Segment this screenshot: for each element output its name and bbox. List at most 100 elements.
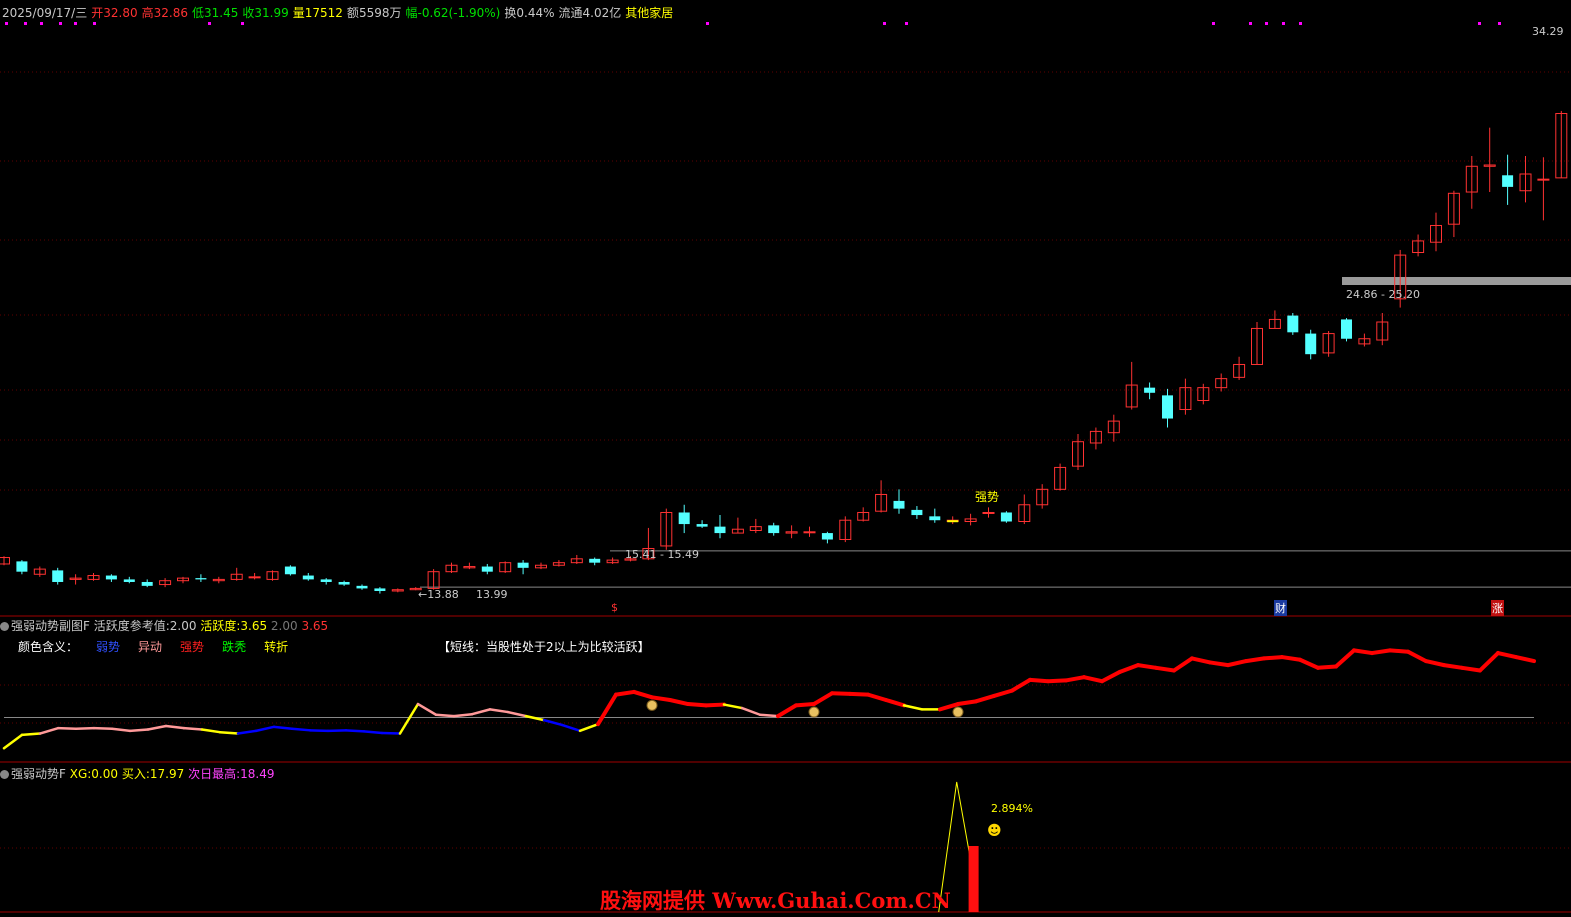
sub1-segment bbox=[614, 689, 636, 697]
sub1-segment bbox=[1028, 677, 1050, 684]
sub1-segment bbox=[560, 723, 582, 733]
sub1-segment bbox=[1460, 665, 1482, 673]
candle-body bbox=[1162, 395, 1173, 419]
sub1-ref-value: 2.00 bbox=[169, 619, 197, 633]
sub1-segment bbox=[308, 729, 330, 733]
sub1-segment bbox=[38, 726, 60, 735]
sub1-segment bbox=[776, 703, 798, 719]
sub1-segment bbox=[1136, 663, 1158, 670]
candle-body bbox=[589, 558, 601, 563]
sub1-segment bbox=[146, 724, 168, 731]
sub1-segment bbox=[434, 713, 456, 718]
sub1-segment bbox=[1406, 649, 1428, 664]
sub1-segment bbox=[722, 703, 744, 710]
sub2-xg-label: XG: bbox=[69, 767, 92, 781]
sub1-act-label: 活跃度: bbox=[200, 619, 241, 633]
sub2-next-label: 次日最高: bbox=[188, 767, 241, 781]
sub1-segment bbox=[74, 726, 96, 730]
sub1-segment bbox=[2, 733, 24, 750]
sub1-segment bbox=[902, 704, 924, 711]
candle-body bbox=[195, 578, 207, 580]
sub1-segment bbox=[632, 689, 654, 700]
low-arrow-label: ←13.88 bbox=[418, 588, 459, 601]
legend-fall: 跌秃 bbox=[222, 640, 247, 654]
sub1-segment bbox=[542, 718, 564, 727]
sub1-title: 强弱动势副图F bbox=[11, 619, 90, 633]
candle-body bbox=[893, 500, 905, 509]
sub1-extra2: 3.65 bbox=[301, 619, 329, 633]
sub1-segment bbox=[1172, 656, 1194, 673]
marker-zhang[interactable]: 涨 bbox=[1491, 600, 1504, 616]
candle-body bbox=[284, 566, 296, 575]
signal-dot bbox=[5, 22, 8, 25]
float-value: 4.02亿 bbox=[582, 6, 622, 20]
sub1-segment bbox=[218, 730, 240, 735]
sub1-ref-label: 活跃度参考值: bbox=[93, 619, 170, 633]
sub2-title: 强弱动势F bbox=[11, 767, 66, 781]
sub1-segment bbox=[650, 695, 672, 702]
signal-dot bbox=[93, 22, 96, 25]
turn-value: 0.44% bbox=[516, 6, 555, 20]
signal-dot bbox=[241, 22, 244, 25]
sub1-segment bbox=[956, 699, 978, 707]
strong-tag: 强势 bbox=[975, 490, 1000, 504]
marker-cai[interactable]: 财 bbox=[1274, 600, 1287, 616]
sub1-segment bbox=[686, 702, 708, 708]
candle-body bbox=[123, 579, 135, 582]
sub1-segment bbox=[596, 692, 618, 727]
signal-dot bbox=[208, 22, 211, 25]
sub1-segment bbox=[1154, 665, 1176, 673]
float-label: 流通 bbox=[558, 6, 583, 20]
signal-dot bbox=[24, 22, 27, 25]
signal-dot bbox=[1265, 22, 1268, 25]
low-value: 31.45 bbox=[203, 6, 239, 20]
candle-body bbox=[302, 575, 314, 580]
sub1-segment bbox=[812, 691, 834, 707]
sub1-segment bbox=[1118, 663, 1140, 674]
sub1-segment bbox=[1190, 656, 1212, 665]
watermark: 股海网提供 Www.Guhai.Com.CN bbox=[600, 888, 951, 913]
sub1-segment bbox=[884, 698, 906, 708]
sub1-segment bbox=[1046, 678, 1068, 684]
candle-body bbox=[1144, 387, 1156, 393]
signal-dot bbox=[1212, 22, 1215, 25]
sub1-segment bbox=[1334, 648, 1356, 669]
sub1-segment bbox=[128, 728, 150, 733]
smiley-icon: ☻ bbox=[987, 823, 1002, 839]
candle-body bbox=[714, 526, 726, 534]
sub1-segment bbox=[704, 702, 726, 708]
candle-body bbox=[320, 579, 332, 582]
signal-dot bbox=[1282, 22, 1285, 25]
sub2-buy-label: 买入: bbox=[121, 767, 150, 781]
high-label: 高 bbox=[141, 6, 154, 20]
vol-value: 17512 bbox=[304, 6, 343, 20]
candle-body bbox=[1000, 512, 1012, 522]
legend-turn: 转折 bbox=[264, 640, 289, 654]
color-legend: 颜色含义： 弱势 异动 强势 跌秃 转折 bbox=[18, 638, 306, 655]
box-low-label: 13.99 bbox=[476, 588, 508, 601]
candle-body bbox=[517, 562, 529, 568]
sub2-xg-value: 0.00 bbox=[91, 767, 119, 781]
sub1-segment bbox=[506, 710, 528, 718]
sub1-segment bbox=[992, 688, 1014, 698]
legend-strong: 强势 bbox=[180, 640, 205, 654]
candle-body bbox=[803, 531, 816, 534]
sub2-next-value: 18.49 bbox=[240, 767, 275, 781]
collapse-icon[interactable] bbox=[0, 622, 9, 631]
candle-body bbox=[248, 576, 261, 579]
sector-link[interactable]: 其他家居 bbox=[625, 6, 673, 20]
sub2-title-bar: 强弱动势F XG:0.00 买入:17.97 次日最高:18.49 bbox=[0, 765, 274, 782]
sub1-segment bbox=[524, 714, 546, 722]
legend-label: 颜色含义： bbox=[18, 640, 79, 654]
money-bag-icon bbox=[952, 706, 964, 718]
collapse-icon[interactable] bbox=[0, 770, 9, 779]
candle-body bbox=[52, 570, 64, 582]
sub1-segment bbox=[488, 708, 510, 714]
candle-body bbox=[982, 511, 995, 514]
sub1-segment bbox=[866, 692, 888, 702]
signal-dot bbox=[59, 22, 62, 25]
sub1-segment bbox=[758, 713, 780, 718]
candle-body bbox=[768, 525, 780, 534]
marker-s[interactable]: $ bbox=[611, 601, 618, 614]
sub1-segment bbox=[110, 727, 132, 733]
